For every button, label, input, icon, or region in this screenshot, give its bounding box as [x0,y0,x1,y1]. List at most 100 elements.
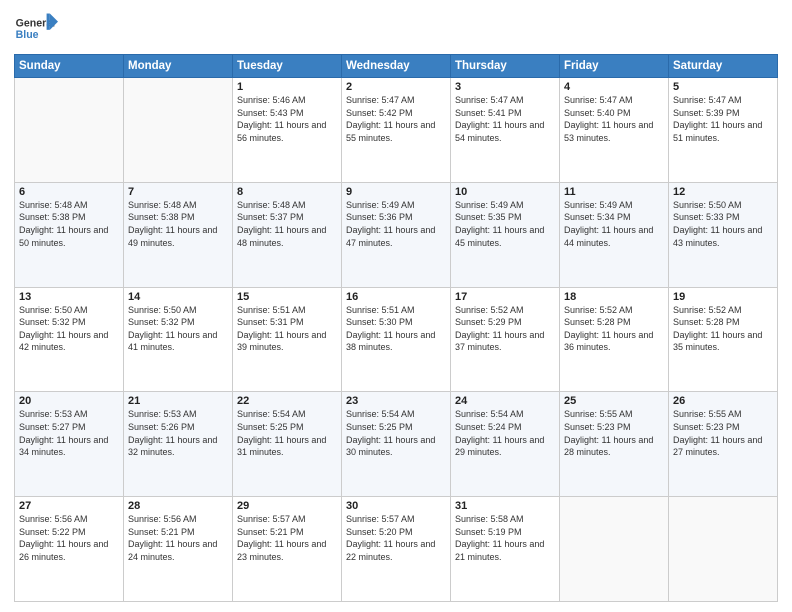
day-number: 28 [128,500,228,512]
day-number: 2 [346,81,446,93]
day-info: Sunrise: 5:54 AMSunset: 5:25 PMDaylight:… [237,408,337,458]
day-info: Sunrise: 5:49 AMSunset: 5:34 PMDaylight:… [564,199,664,249]
day-info: Sunrise: 5:54 AMSunset: 5:24 PMDaylight:… [455,408,555,458]
calendar-week-row: 27Sunrise: 5:56 AMSunset: 5:22 PMDayligh… [15,497,778,602]
day-number: 19 [673,291,773,303]
calendar-cell: 16Sunrise: 5:51 AMSunset: 5:30 PMDayligh… [342,287,451,392]
calendar-cell: 15Sunrise: 5:51 AMSunset: 5:31 PMDayligh… [233,287,342,392]
day-info: Sunrise: 5:57 AMSunset: 5:20 PMDaylight:… [346,513,446,563]
day-number: 5 [673,81,773,93]
day-number: 20 [19,395,119,407]
day-info: Sunrise: 5:47 AMSunset: 5:42 PMDaylight:… [346,94,446,144]
calendar-cell: 28Sunrise: 5:56 AMSunset: 5:21 PMDayligh… [124,497,233,602]
calendar-cell: 8Sunrise: 5:48 AMSunset: 5:37 PMDaylight… [233,182,342,287]
day-info: Sunrise: 5:51 AMSunset: 5:30 PMDaylight:… [346,304,446,354]
day-info: Sunrise: 5:50 AMSunset: 5:32 PMDaylight:… [128,304,228,354]
calendar-cell: 7Sunrise: 5:48 AMSunset: 5:38 PMDaylight… [124,182,233,287]
day-info: Sunrise: 5:52 AMSunset: 5:28 PMDaylight:… [673,304,773,354]
day-number: 8 [237,186,337,198]
day-info: Sunrise: 5:56 AMSunset: 5:22 PMDaylight:… [19,513,119,563]
day-number: 23 [346,395,446,407]
svg-text:Blue: Blue [16,29,39,41]
day-number: 3 [455,81,555,93]
calendar-cell: 30Sunrise: 5:57 AMSunset: 5:20 PMDayligh… [342,497,451,602]
day-number: 11 [564,186,664,198]
calendar-cell: 14Sunrise: 5:50 AMSunset: 5:32 PMDayligh… [124,287,233,392]
day-info: Sunrise: 5:52 AMSunset: 5:28 PMDaylight:… [564,304,664,354]
day-number: 9 [346,186,446,198]
weekday-header: Tuesday [233,55,342,78]
day-number: 22 [237,395,337,407]
calendar-cell: 20Sunrise: 5:53 AMSunset: 5:27 PMDayligh… [15,392,124,497]
day-info: Sunrise: 5:46 AMSunset: 5:43 PMDaylight:… [237,94,337,144]
day-number: 15 [237,291,337,303]
calendar-cell: 27Sunrise: 5:56 AMSunset: 5:22 PMDayligh… [15,497,124,602]
calendar-table: SundayMondayTuesdayWednesdayThursdayFrid… [14,54,778,602]
day-number: 29 [237,500,337,512]
calendar-week-row: 13Sunrise: 5:50 AMSunset: 5:32 PMDayligh… [15,287,778,392]
day-number: 12 [673,186,773,198]
calendar-cell: 17Sunrise: 5:52 AMSunset: 5:29 PMDayligh… [451,287,560,392]
day-number: 1 [237,81,337,93]
day-info: Sunrise: 5:53 AMSunset: 5:27 PMDaylight:… [19,408,119,458]
calendar-cell: 6Sunrise: 5:48 AMSunset: 5:38 PMDaylight… [15,182,124,287]
day-number: 31 [455,500,555,512]
day-info: Sunrise: 5:53 AMSunset: 5:26 PMDaylight:… [128,408,228,458]
day-info: Sunrise: 5:54 AMSunset: 5:25 PMDaylight:… [346,408,446,458]
logo-svg: General Blue [14,10,58,48]
day-number: 30 [346,500,446,512]
day-number: 24 [455,395,555,407]
day-number: 17 [455,291,555,303]
day-number: 4 [564,81,664,93]
calendar-week-row: 20Sunrise: 5:53 AMSunset: 5:27 PMDayligh… [15,392,778,497]
calendar-cell: 18Sunrise: 5:52 AMSunset: 5:28 PMDayligh… [560,287,669,392]
calendar-cell: 26Sunrise: 5:55 AMSunset: 5:23 PMDayligh… [669,392,778,497]
weekday-header: Monday [124,55,233,78]
day-number: 6 [19,186,119,198]
calendar-cell: 3Sunrise: 5:47 AMSunset: 5:41 PMDaylight… [451,78,560,183]
day-info: Sunrise: 5:49 AMSunset: 5:35 PMDaylight:… [455,199,555,249]
calendar-cell: 25Sunrise: 5:55 AMSunset: 5:23 PMDayligh… [560,392,669,497]
day-number: 26 [673,395,773,407]
calendar-cell: 23Sunrise: 5:54 AMSunset: 5:25 PMDayligh… [342,392,451,497]
weekday-header: Friday [560,55,669,78]
day-info: Sunrise: 5:47 AMSunset: 5:39 PMDaylight:… [673,94,773,144]
calendar-cell: 1Sunrise: 5:46 AMSunset: 5:43 PMDaylight… [233,78,342,183]
calendar-week-row: 1Sunrise: 5:46 AMSunset: 5:43 PMDaylight… [15,78,778,183]
weekday-header: Thursday [451,55,560,78]
day-info: Sunrise: 5:50 AMSunset: 5:33 PMDaylight:… [673,199,773,249]
logo: General Blue [14,10,58,48]
calendar-cell: 19Sunrise: 5:52 AMSunset: 5:28 PMDayligh… [669,287,778,392]
day-info: Sunrise: 5:48 AMSunset: 5:38 PMDaylight:… [128,199,228,249]
day-number: 18 [564,291,664,303]
calendar-cell: 22Sunrise: 5:54 AMSunset: 5:25 PMDayligh… [233,392,342,497]
day-number: 27 [19,500,119,512]
day-number: 16 [346,291,446,303]
day-info: Sunrise: 5:49 AMSunset: 5:36 PMDaylight:… [346,199,446,249]
weekday-header: Saturday [669,55,778,78]
calendar-cell: 31Sunrise: 5:58 AMSunset: 5:19 PMDayligh… [451,497,560,602]
weekday-header: Wednesday [342,55,451,78]
day-info: Sunrise: 5:48 AMSunset: 5:38 PMDaylight:… [19,199,119,249]
day-number: 10 [455,186,555,198]
calendar-cell: 2Sunrise: 5:47 AMSunset: 5:42 PMDaylight… [342,78,451,183]
weekday-header: Sunday [15,55,124,78]
day-info: Sunrise: 5:47 AMSunset: 5:41 PMDaylight:… [455,94,555,144]
day-info: Sunrise: 5:56 AMSunset: 5:21 PMDaylight:… [128,513,228,563]
day-number: 7 [128,186,228,198]
page: General Blue SundayMondayTuesdayWednesda… [0,0,792,612]
calendar-week-row: 6Sunrise: 5:48 AMSunset: 5:38 PMDaylight… [15,182,778,287]
calendar-cell: 21Sunrise: 5:53 AMSunset: 5:26 PMDayligh… [124,392,233,497]
weekday-header-row: SundayMondayTuesdayWednesdayThursdayFrid… [15,55,778,78]
calendar-cell: 12Sunrise: 5:50 AMSunset: 5:33 PMDayligh… [669,182,778,287]
calendar-cell: 10Sunrise: 5:49 AMSunset: 5:35 PMDayligh… [451,182,560,287]
day-number: 21 [128,395,228,407]
day-number: 25 [564,395,664,407]
calendar-cell: 29Sunrise: 5:57 AMSunset: 5:21 PMDayligh… [233,497,342,602]
calendar-cell [15,78,124,183]
header: General Blue [14,10,778,48]
day-info: Sunrise: 5:55 AMSunset: 5:23 PMDaylight:… [673,408,773,458]
calendar-cell: 11Sunrise: 5:49 AMSunset: 5:34 PMDayligh… [560,182,669,287]
day-info: Sunrise: 5:51 AMSunset: 5:31 PMDaylight:… [237,304,337,354]
day-info: Sunrise: 5:55 AMSunset: 5:23 PMDaylight:… [564,408,664,458]
